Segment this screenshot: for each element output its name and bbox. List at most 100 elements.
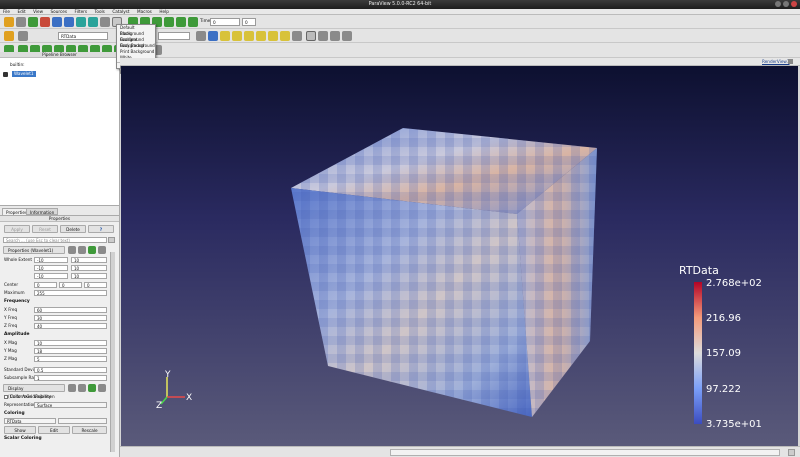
whole-extent-z-min[interactable]: -10 <box>34 273 68 279</box>
toggle-color-legend-icon[interactable] <box>18 31 28 41</box>
close-window-button[interactable] <box>791 1 797 7</box>
y-freq-label: Y Freq <box>4 315 17 320</box>
show-color-legend-button[interactable]: Show <box>4 426 36 434</box>
color-map-editor-icon[interactable] <box>4 31 14 41</box>
last-frame-icon[interactable] <box>176 17 186 27</box>
color-legend-title: RTData <box>679 264 719 277</box>
render-canvas: Y X Z RTData 2.768e+02 216.96 157.09 97.… <box>156 128 762 430</box>
representation-select[interactable]: Surface <box>34 402 107 408</box>
y-freq-field[interactable]: 30 <box>34 315 107 321</box>
copy-properties-icon[interactable] <box>68 246 76 254</box>
advanced-properties-icon[interactable] <box>108 237 115 243</box>
properties-header: Properties <box>0 216 119 222</box>
whole-extent-x-min[interactable]: -10 <box>34 257 68 263</box>
save-defaults-icon[interactable] <box>88 246 96 254</box>
whole-extent-y-max[interactable]: 10 <box>71 265 107 271</box>
zoom-to-data-icon[interactable] <box>208 31 218 41</box>
save-icon[interactable] <box>16 17 26 27</box>
pick-center-icon[interactable] <box>330 31 340 41</box>
restore-defaults-icon[interactable] <box>98 246 106 254</box>
window-titlebar: ParaView 5.0.0-RC2 64-bit <box>0 0 800 9</box>
render-view[interactable]: Y X Z RTData 2.768e+02 216.96 157.09 97.… <box>121 66 798 446</box>
disconnect-icon[interactable] <box>40 17 50 27</box>
time-index-spinner[interactable]: 0 <box>242 18 256 26</box>
camera-redo-icon[interactable] <box>88 17 98 27</box>
minimize-window-button[interactable] <box>775 1 781 7</box>
connect-icon[interactable] <box>28 17 38 27</box>
redo-icon[interactable] <box>64 17 74 27</box>
view-toolbar-strip: RenderView1 <box>120 58 800 66</box>
center-axes-icon[interactable] <box>318 31 328 41</box>
display-save-defaults-icon[interactable] <box>88 384 96 392</box>
show-center-icon[interactable] <box>342 31 352 41</box>
coloring-component-select[interactable] <box>58 418 107 424</box>
progress-bar <box>390 449 780 456</box>
delete-button[interactable]: Delete <box>60 225 86 233</box>
standard-deviation-field[interactable]: 0.5 <box>34 367 107 373</box>
set-view-direction-y-icon[interactable] <box>244 31 254 41</box>
apply-button[interactable]: Apply <box>4 225 30 233</box>
x-mag-label: X Mag <box>4 340 18 345</box>
x-freq-field[interactable]: 60 <box>34 307 107 313</box>
properties-scrollbar[interactable] <box>110 252 115 452</box>
x-freq-label: X Freq <box>4 307 18 312</box>
display-section-title[interactable]: Display (UniformGridRepresen <box>3 384 65 399</box>
edit-color-map-button[interactable]: Edit <box>38 426 70 434</box>
display-restore-defaults-icon[interactable] <box>98 384 106 392</box>
maximize-window-button[interactable] <box>783 1 789 7</box>
undo-icon[interactable] <box>52 17 62 27</box>
set-view-direction-minus-z-icon[interactable] <box>280 31 290 41</box>
output-window-icon[interactable] <box>788 449 795 456</box>
y-mag-field[interactable]: 18 <box>34 348 107 354</box>
status-bar <box>120 446 800 457</box>
coloring-array-select[interactable]: RTData <box>4 418 56 424</box>
settings-icon[interactable] <box>100 17 110 27</box>
properties-section-title[interactable]: Properties (Wavelet1) <box>3 246 65 254</box>
center-y-field[interactable]: 0 <box>59 282 82 288</box>
tab-information[interactable]: Information <box>26 208 59 215</box>
close-view-icon[interactable] <box>788 59 793 64</box>
help-button[interactable]: ? <box>88 225 114 233</box>
set-view-direction-minus-y-icon[interactable] <box>256 31 266 41</box>
x-mag-field[interactable]: 10 <box>34 340 107 346</box>
paste-properties-icon[interactable] <box>78 246 86 254</box>
whole-extent-z-max[interactable]: 10 <box>71 273 107 279</box>
pipeline-item-builtin[interactable]: builtin: <box>10 62 25 68</box>
rotate-90-icon[interactable] <box>292 31 302 41</box>
whole-extent-x-max[interactable]: 10 <box>71 257 107 263</box>
reset-camera-icon[interactable] <box>196 31 206 41</box>
next-frame-icon[interactable] <box>164 17 174 27</box>
scalar-coloring-section-title: Scalar Coloring <box>4 436 42 441</box>
z-mag-field[interactable]: 5 <box>34 356 107 362</box>
color-legend-label-min: 3.735e+01 <box>706 419 762 430</box>
view-tab-renderview1[interactable]: RenderView1 <box>762 59 790 64</box>
z-freq-field[interactable]: 40 <box>34 323 107 329</box>
subsample-rate-field[interactable]: 1 <box>34 375 107 381</box>
interaction-mode-icon[interactable] <box>306 31 316 41</box>
color-axes-visibility-checkbox[interactable] <box>4 395 8 399</box>
center-x-field[interactable]: 0 <box>34 282 57 288</box>
property-tabs: Properties Information <box>0 208 119 215</box>
reset-button[interactable]: Reset <box>32 225 58 233</box>
rescale-button[interactable]: Rescale <box>72 426 107 434</box>
center-z-field[interactable]: 0 <box>84 282 107 288</box>
time-value-field[interactable]: 0 <box>210 18 240 26</box>
display-paste-icon[interactable] <box>78 384 86 392</box>
set-view-direction-x-icon[interactable] <box>220 31 230 41</box>
open-icon[interactable] <box>4 17 14 27</box>
color-component-select[interactable] <box>158 32 190 40</box>
eye-icon[interactable] <box>3 72 8 77</box>
set-view-direction-z-icon[interactable] <box>268 31 278 41</box>
set-view-direction-minus-x-icon[interactable] <box>232 31 242 41</box>
pipeline-item-wavelet1[interactable]: Wavelet1 <box>12 71 36 77</box>
property-search-input[interactable]: Search ... (use Esc to clear text) <box>3 237 107 243</box>
color-legend-label-4: 97.222 <box>706 384 741 395</box>
maximum-field[interactable]: 255 <box>34 290 107 296</box>
display-copy-icon[interactable] <box>68 384 76 392</box>
loop-icon[interactable] <box>188 17 198 27</box>
camera-undo-icon[interactable] <box>76 17 86 27</box>
properties-header-title: Properties <box>48 216 71 221</box>
color-array-select[interactable]: RTData <box>58 32 108 40</box>
whole-extent-y-min[interactable]: -10 <box>34 265 68 271</box>
color-legend[interactable]: RTData 2.768e+02 216.96 157.09 97.222 3.… <box>679 264 762 430</box>
